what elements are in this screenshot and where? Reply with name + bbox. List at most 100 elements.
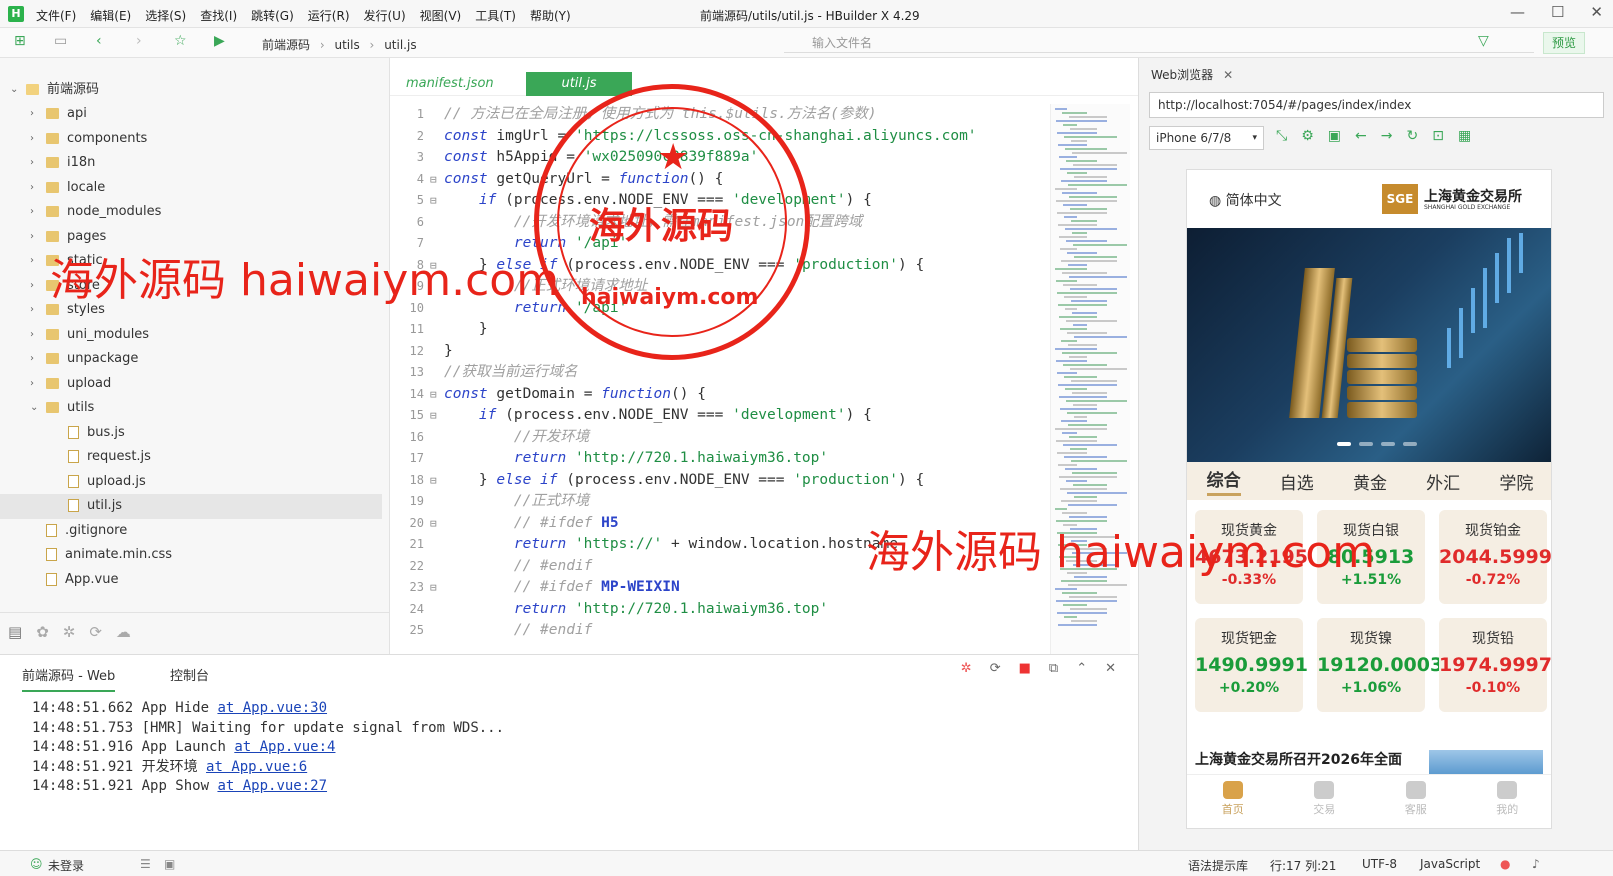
- tab-terminal[interactable]: 控制台: [170, 665, 209, 684]
- chevron-right-icon[interactable]: ›: [30, 274, 34, 299]
- quote-card[interactable]: 现货铂金 2044.5999 -0.72%: [1439, 510, 1551, 604]
- maximize-icon[interactable]: ☐: [1551, 3, 1564, 21]
- tree-item[interactable]: animate.min.css: [0, 543, 382, 568]
- terminal-icon[interactable]: ▣: [164, 857, 175, 871]
- quote-card[interactable]: 现货钯金 1490.9991 +0.20%: [1195, 618, 1308, 712]
- clear-icon[interactable]: ✕: [1105, 661, 1116, 676]
- browser-tab[interactable]: Web浏览器 ✕: [1151, 66, 1233, 83]
- devtools-icon[interactable]: ▣: [1328, 128, 1341, 144]
- tree-item[interactable]: › upload: [0, 372, 382, 397]
- chevron-right-icon[interactable]: ›: [30, 372, 34, 397]
- category-tab[interactable]: 自选: [1280, 469, 1314, 494]
- tree-item[interactable]: App.vue: [0, 568, 382, 593]
- menu-item[interactable]: 查找(I): [200, 7, 237, 24]
- language-switch[interactable]: ◍ 简体中文: [1209, 190, 1282, 210]
- chevron-right-icon[interactable]: ›: [30, 151, 34, 176]
- bug-icon[interactable]: ✲: [961, 661, 972, 676]
- menu-item[interactable]: 编辑(E): [90, 7, 131, 24]
- save-icon[interactable]: ▭: [54, 33, 67, 49]
- tree-item[interactable]: util.js: [0, 494, 382, 519]
- menu-item[interactable]: 跳转(G): [251, 7, 294, 24]
- log-source-link[interactable]: at App.vue:6: [206, 759, 307, 775]
- fold-toggle-icon[interactable]: ⊟: [430, 384, 437, 406]
- close-tab-icon[interactable]: ✕: [1223, 68, 1233, 82]
- news-thumbnail[interactable]: [1429, 750, 1543, 774]
- chevron-right-icon[interactable]: ›: [30, 176, 34, 201]
- chevron-right-icon[interactable]: ›: [30, 102, 34, 127]
- debug-icon[interactable]: ✲: [63, 623, 76, 644]
- chevron-down-icon[interactable]: ⌄: [30, 396, 38, 421]
- banner-image[interactable]: [1187, 228, 1551, 462]
- qr-icon[interactable]: ▦: [1458, 128, 1471, 144]
- file-search-input[interactable]: 输入文件名: [784, 33, 1534, 53]
- log-source-link[interactable]: at App.vue:27: [217, 778, 327, 794]
- tree-item[interactable]: upload.js: [0, 470, 382, 495]
- category-tab[interactable]: 综合: [1206, 466, 1241, 496]
- fold-toggle-icon[interactable]: ⊟: [430, 577, 437, 599]
- minimize-icon[interactable]: —: [1510, 3, 1525, 21]
- breadcrumb-root[interactable]: 前端源码: [262, 38, 310, 52]
- filter-icon[interactable]: ▽: [1478, 33, 1489, 49]
- breadcrumb-folder[interactable]: utils: [334, 38, 359, 52]
- fold-toggle-icon[interactable]: ⊟: [430, 513, 437, 535]
- menu-item[interactable]: 发行(U): [364, 7, 406, 24]
- chevron-right-icon[interactable]: ›: [30, 200, 34, 225]
- category-tab[interactable]: 学院: [1499, 469, 1533, 494]
- close-icon[interactable]: ✕: [1590, 3, 1603, 21]
- tree-item[interactable]: › components: [0, 127, 382, 152]
- forward-icon[interactable]: ›: [136, 33, 142, 49]
- fold-toggle-icon[interactable]: ⊟: [430, 169, 437, 191]
- chevron-right-icon[interactable]: ›: [30, 323, 34, 348]
- breadcrumb-file[interactable]: util.js: [384, 38, 416, 52]
- tree-item[interactable]: ⌄ utils: [0, 396, 382, 421]
- chevron-right-icon[interactable]: ›: [30, 225, 34, 250]
- stop-icon[interactable]: ■: [1019, 661, 1031, 676]
- chevron-right-icon[interactable]: ›: [30, 347, 34, 372]
- tree-item[interactable]: › node_modules: [0, 200, 382, 225]
- new-file-icon[interactable]: ⊞: [14, 33, 26, 49]
- chevron-right-icon[interactable]: ›: [30, 127, 34, 152]
- tabbar-item[interactable]: 我的: [1477, 781, 1537, 828]
- chevron-right-icon[interactable]: ›: [30, 249, 34, 274]
- menu-item[interactable]: 工具(T): [475, 7, 516, 24]
- run-icon[interactable]: ▶: [214, 33, 225, 49]
- folder-view-icon[interactable]: ▤: [8, 623, 22, 644]
- news-title[interactable]: 上海黄金交易所召开2026年全面: [1195, 750, 1435, 774]
- forward-icon[interactable]: →: [1381, 128, 1393, 144]
- tree-item[interactable]: › locale: [0, 176, 382, 201]
- fold-toggle-icon[interactable]: ⊟: [430, 470, 437, 492]
- tree-item[interactable]: bus.js: [0, 421, 382, 446]
- tabbar-item[interactable]: 交易: [1294, 781, 1354, 828]
- menu-item[interactable]: 文件(F): [36, 7, 76, 24]
- tree-root[interactable]: ⌄ 前端源码: [0, 78, 382, 103]
- back-icon[interactable]: ←: [1355, 128, 1367, 144]
- menu-item[interactable]: 帮助(Y): [530, 7, 571, 24]
- rotate-icon[interactable]: ⤡: [1276, 128, 1287, 144]
- log-source-link[interactable]: at App.vue:4: [234, 739, 335, 755]
- settings-icon[interactable]: ⚙: [1301, 128, 1314, 144]
- refresh-icon[interactable]: ↻: [1406, 128, 1418, 144]
- cursor-position[interactable]: 行:17 列:21: [1270, 857, 1336, 874]
- tabbar-item[interactable]: 首页: [1203, 781, 1263, 828]
- log-source-link[interactable]: at App.vue:30: [217, 700, 327, 716]
- language-mode[interactable]: JavaScript: [1420, 857, 1480, 871]
- menu-item[interactable]: 运行(R): [308, 7, 350, 24]
- tab-manifest-json[interactable]: manifest.json: [406, 72, 516, 96]
- category-tab[interactable]: 外汇: [1426, 469, 1460, 494]
- collapse-icon[interactable]: ⌃: [1076, 661, 1087, 676]
- device-select[interactable]: iPhone 6/7/8 ▾: [1149, 126, 1264, 150]
- tree-item[interactable]: › i18n: [0, 151, 382, 176]
- fold-toggle-icon[interactable]: ⊟: [430, 190, 437, 212]
- tree-item[interactable]: › unpackage: [0, 347, 382, 372]
- menu-item[interactable]: 视图(V): [420, 7, 462, 24]
- list-icon[interactable]: ☰: [140, 857, 151, 871]
- tree-item[interactable]: › uni_modules: [0, 323, 382, 348]
- git-icon[interactable]: ⟳: [89, 623, 102, 644]
- carousel-dots[interactable]: [1337, 442, 1417, 446]
- tabbar-item[interactable]: 客服: [1386, 781, 1446, 828]
- quote-card[interactable]: 现货镍 19120.0003 +1.06%: [1317, 618, 1443, 712]
- tab-util-js[interactable]: util.js: [526, 72, 632, 96]
- preview-button[interactable]: 预览: [1543, 32, 1585, 54]
- quote-card[interactable]: 现货铅 1974.9997 -0.10%: [1439, 618, 1551, 712]
- bell-icon[interactable]: ♪: [1532, 857, 1540, 871]
